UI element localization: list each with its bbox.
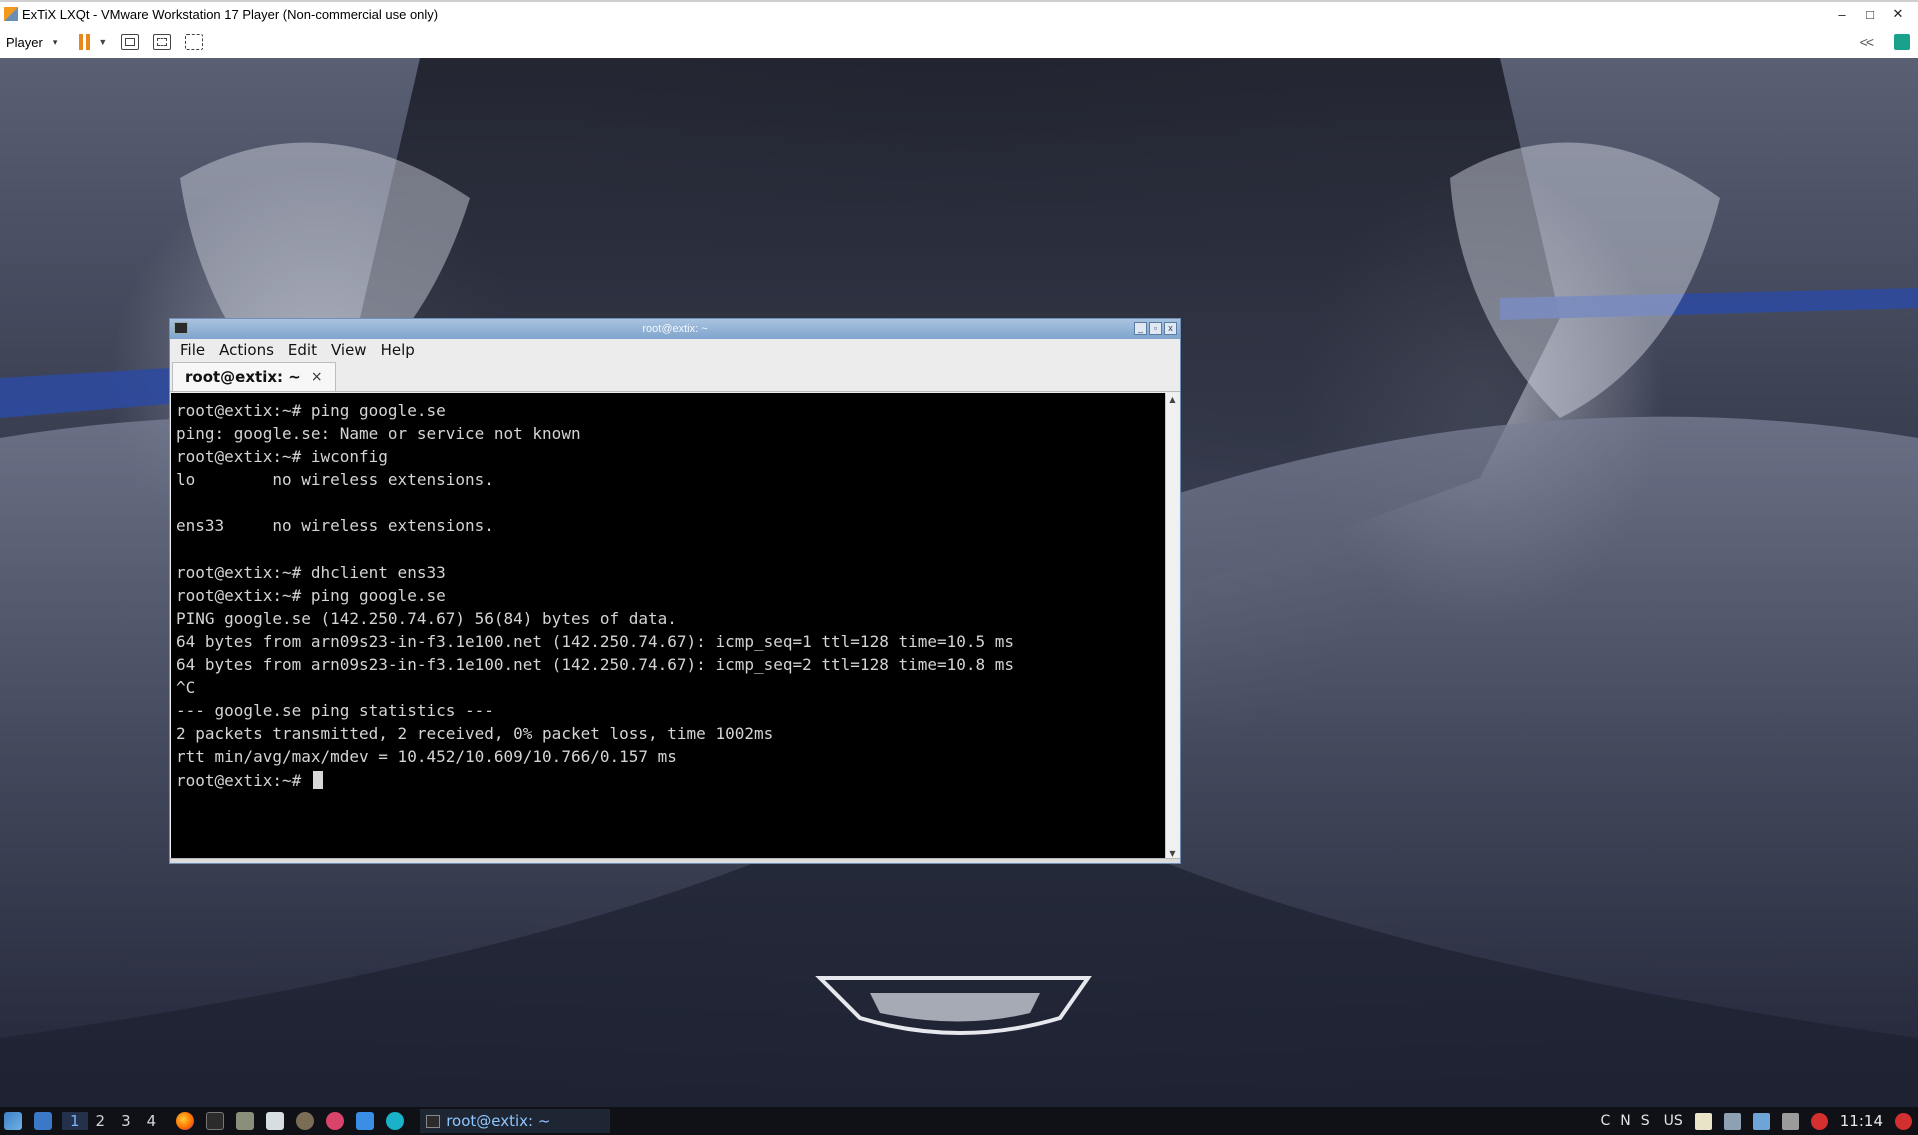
minimize-button[interactable]: – [1828, 7, 1856, 22]
scroll-up-icon[interactable]: ▲ [1166, 393, 1179, 407]
volume-icon[interactable] [1752, 1112, 1770, 1130]
removable-media-icon[interactable] [1781, 1112, 1799, 1130]
terminal-title-bar[interactable]: root@extix: ~ _ ▫ x [170, 319, 1180, 339]
send-ctrl-alt-del-icon[interactable] [121, 34, 140, 50]
maximize-button[interactable]: □ [1856, 7, 1884, 22]
message-log-icon[interactable] [1894, 34, 1910, 50]
unity-icon[interactable] [185, 34, 204, 50]
terminal-minimize-button[interactable]: _ [1134, 322, 1147, 335]
update-icon[interactable] [356, 1112, 375, 1130]
workspace-3[interactable]: 3 [113, 1112, 139, 1130]
vmware-app-icon [4, 7, 18, 21]
alert-icon[interactable] [1810, 1112, 1828, 1130]
terminal-close-button[interactable]: x [1164, 322, 1177, 335]
terminal-line: PING google.se (142.250.74.67) 56(84) by… [176, 608, 677, 628]
workspace-4[interactable]: 4 [139, 1112, 165, 1130]
system-tray: C N S US 11:14 [1590, 1107, 1912, 1135]
terminal-window-title: root@extix: ~ [642, 323, 708, 335]
vmware-window-title: ExTiX LXQt - VMware Workstation 17 Playe… [22, 6, 439, 22]
caps-lock-indicator: C [1600, 1113, 1611, 1129]
power-icon[interactable] [1895, 1112, 1912, 1130]
vmware-window-controls: – □ ✕ [1828, 2, 1912, 26]
firefox-icon[interactable] [176, 1112, 195, 1130]
vmware-title-bar: ExTiX LXQt - VMware Workstation 17 Playe… [0, 0, 1918, 26]
lxqt-panel: 1 2 3 4 root@extix: ~ C N S US 11:14 [0, 1107, 1918, 1135]
terminal-line: root@extix:~# dhclient ens33 [176, 562, 446, 582]
terminal-prompt: root@extix:~# [176, 770, 311, 790]
notes-icon[interactable] [1694, 1112, 1712, 1130]
player-menu-button[interactable]: Player ▾ [6, 35, 57, 50]
workspace-1[interactable]: 1 [62, 1112, 88, 1130]
terminal-line: 2 packets transmitted, 2 received, 0% pa… [176, 724, 774, 744]
terminal-bottom-border [170, 858, 1180, 863]
settings-icon[interactable] [386, 1112, 405, 1130]
keyboard-layout[interactable]: US [1664, 1113, 1683, 1129]
terminal-tab-bar: root@extix: ~ × [170, 361, 1180, 392]
terminal-lines: root@extix:~# ping google.se ping: googl… [171, 393, 1166, 792]
scroll-lock-indicator: S [1640, 1113, 1650, 1129]
terminal-icon [426, 1114, 441, 1128]
terminal-line: 64 bytes from arn09s23-in-f3.1e100.net (… [176, 631, 1015, 651]
application-menu-icon[interactable] [4, 1112, 22, 1130]
close-button[interactable]: ✕ [1884, 6, 1912, 22]
terminal-line: root@extix:~# ping google.se [176, 401, 446, 420]
terminal-launcher-icon[interactable] [206, 1112, 225, 1130]
download-icon[interactable] [326, 1112, 345, 1130]
gimp-icon[interactable] [296, 1112, 315, 1130]
terminal-line: 64 bytes from arn09s23-in-f3.1e100.net (… [176, 655, 1015, 675]
tab-label: root@extix: ~ [185, 368, 301, 386]
file-manager-icon[interactable] [236, 1112, 255, 1130]
guest-desktop: root@extix: ~ _ ▫ x File Actions Edit Vi… [0, 58, 1918, 1107]
toolbar-right: << [1860, 26, 1910, 58]
menu-file[interactable]: File [178, 341, 213, 359]
terminal-line: lo no wireless extensions. [176, 470, 494, 490]
player-menu-label: Player [6, 34, 43, 50]
full-screen-icon[interactable] [153, 34, 172, 50]
terminal-line: root@extix:~# iwconfig [176, 447, 388, 467]
menu-actions[interactable]: Actions [217, 341, 282, 359]
menu-help[interactable]: Help [379, 341, 423, 359]
tab-root-extix[interactable]: root@extix: ~ × [172, 362, 336, 391]
menu-view[interactable]: View [329, 341, 375, 359]
vmware-toolbar: Player ▾ ▼ << [0, 26, 1918, 59]
network-icon[interactable] [1723, 1112, 1741, 1130]
terminal-icon [174, 322, 188, 334]
text-editor-icon[interactable] [266, 1112, 285, 1130]
terminal-line: ens33 no wireless extensions. [176, 516, 494, 536]
menu-edit[interactable]: Edit [286, 341, 325, 359]
terminal-maximize-button[interactable]: ▫ [1149, 322, 1162, 335]
workspace-2[interactable]: 2 [88, 1112, 114, 1130]
taskbar-item-label: root@extix: ~ [446, 1112, 551, 1130]
terminal-scrollbar[interactable]: ▲ ▼ [1165, 393, 1179, 861]
collapse-toolbar-icon[interactable]: << [1860, 34, 1874, 50]
terminal-menu-bar: File Actions Edit View Help [170, 339, 1180, 361]
terminal-line: --- google.se ping statistics --- [176, 701, 494, 721]
terminal-line: root@extix:~# ping google.se [176, 585, 446, 605]
show-desktop-icon[interactable] [34, 1112, 52, 1130]
terminal-line: ping: google.se: Name or service not kno… [176, 424, 581, 444]
terminal-output[interactable]: root@extix:~# ping google.se ping: googl… [171, 393, 1166, 861]
pause-icon[interactable] [79, 34, 91, 50]
terminal-window-controls: _ ▫ x [1134, 322, 1177, 335]
power-dropdown-icon[interactable]: ▼ [98, 37, 107, 47]
text-cursor [312, 770, 323, 789]
chevron-down-icon: ▾ [52, 36, 58, 47]
num-lock-indicator: N [1620, 1113, 1631, 1129]
taskbar-item-terminal[interactable]: root@extix: ~ [420, 1109, 611, 1133]
terminal-window: root@extix: ~ _ ▫ x File Actions Edit Vi… [169, 318, 1181, 864]
clock[interactable]: 11:14 [1840, 1112, 1883, 1130]
terminal-line: rtt min/avg/max/mdev = 10.452/10.609/10.… [176, 747, 677, 767]
tab-close-icon[interactable]: × [311, 369, 323, 385]
terminal-line: ^C [176, 678, 196, 698]
